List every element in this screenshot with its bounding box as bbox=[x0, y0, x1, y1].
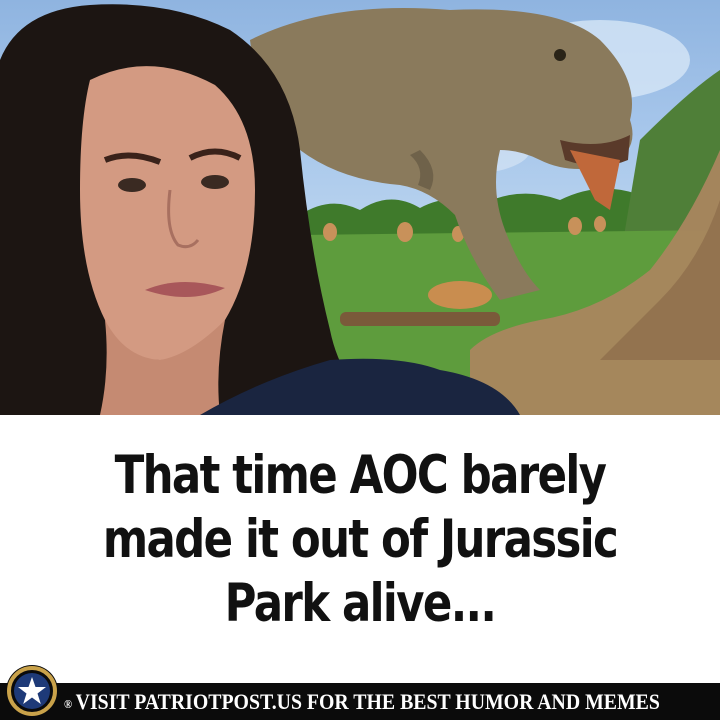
meme-photo bbox=[0, 0, 720, 415]
footer-promo-text: VISIT PATRIOTPOST.US FOR THE BEST HUMOR … bbox=[75, 689, 660, 714]
registered-mark: ® bbox=[64, 696, 73, 711]
patriot-post-logo bbox=[6, 665, 58, 717]
meme-caption: That time AOC barely made it out of Jura… bbox=[102, 445, 619, 634]
footer-banner: ® VISIT PATRIOTPOST.US FOR THE BEST HUMOR… bbox=[0, 683, 720, 720]
footer-text-row: ® VISIT PATRIOTPOST.US FOR THE BEST HUMOR… bbox=[64, 687, 660, 719]
caption-area: That time AOC barely made it out of Jura… bbox=[0, 415, 720, 665]
photo-composite bbox=[0, 4, 720, 415]
fallen-dinosaur bbox=[428, 281, 492, 309]
fallen-log bbox=[340, 312, 500, 326]
